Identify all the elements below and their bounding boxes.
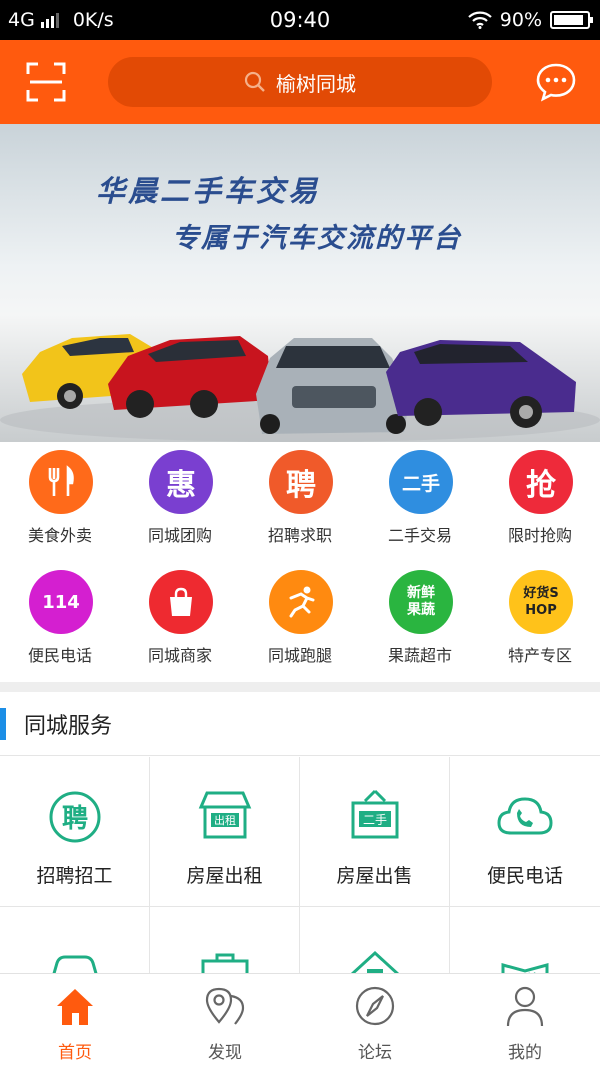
category-jobs[interactable]: 聘 招聘求职 (240, 442, 360, 562)
tab-home[interactable]: 首页 (0, 974, 150, 1067)
home-icon (57, 989, 93, 1025)
house-icon (350, 950, 400, 973)
discover-map-icon (205, 987, 245, 1025)
house-rent-icon: 出租 (198, 791, 252, 839)
runner-icon (269, 570, 333, 634)
service-label: 房屋出售 (336, 865, 413, 887)
battery-icon (550, 11, 593, 29)
category-phone[interactable]: 114 便民电话 (0, 562, 120, 682)
service-label: 招聘招工 (36, 865, 113, 887)
battery-percent: 90% (499, 9, 542, 31)
encyclopedia-icon: 百科 (501, 963, 549, 973)
category-group-buy[interactable]: 惠 同城团购 (120, 442, 240, 562)
briefcase-icon (201, 953, 249, 973)
secondhand-icon: 二手 (389, 450, 453, 514)
phone-114-icon: 114 (29, 570, 93, 634)
services-header: 同城服务 (0, 692, 600, 756)
svg-text:出租: 出租 (214, 813, 236, 827)
category-label: 同城商家 (147, 646, 212, 665)
hui-icon: 惠 (149, 450, 213, 514)
search-bar[interactable]: 榆树同城 (108, 57, 492, 107)
category-label: 限时抢购 (507, 526, 572, 545)
promo-banner[interactable]: 华晨二手车交易 专属于汽车交流的平台 (0, 124, 600, 442)
goods-shop-icon: 好货SHOP (509, 570, 573, 634)
category-errand[interactable]: 同城跑腿 (240, 562, 360, 682)
user-icon (506, 986, 544, 1027)
service-car[interactable] (0, 907, 150, 973)
cars-illustration (0, 334, 600, 442)
service-label: 房屋出租 (186, 865, 263, 887)
category-label: 美食外卖 (27, 526, 92, 545)
tab-discover[interactable]: 发现 (150, 974, 300, 1067)
status-bar: 4G 0K/s 09:40 90% (0, 0, 600, 40)
service-encyclopedia[interactable]: 百科 (450, 907, 600, 973)
shopping-bag-icon (149, 570, 213, 634)
fresh-fruit-icon: 新鲜果蔬 (389, 570, 453, 634)
service-house[interactable] (300, 907, 450, 973)
category-secondhand[interactable]: 二手 二手交易 (360, 442, 480, 562)
services-grid: 聘 招聘招工 出租 房屋出租 二手 房屋出售 便民电话 (0, 757, 600, 973)
category-label: 果蔬超市 (387, 646, 452, 665)
top-header: 榆树同城 (0, 40, 600, 124)
compass-icon (355, 986, 395, 1026)
services-title: 同城服务 (24, 714, 113, 739)
service-house-sale[interactable]: 二手 房屋出售 (300, 757, 450, 907)
bottom-tab-bar: 首页 发现 论坛 我的 (0, 973, 600, 1067)
svg-text:聘: 聘 (62, 804, 88, 834)
category-label: 特产专区 (507, 646, 572, 665)
category-food-delivery[interactable]: 美食外卖 (0, 442, 120, 562)
tab-me[interactable]: 我的 (450, 974, 600, 1067)
recruit-icon: 聘 (49, 791, 101, 843)
category-merchants[interactable]: 同城商家 (120, 562, 240, 682)
category-fruit-market[interactable]: 新鲜果蔬 果蔬超市 (360, 562, 480, 682)
search-icon (244, 71, 265, 92)
service-house-rent[interactable]: 出租 房屋出租 (150, 757, 300, 907)
chat-bubble-icon[interactable] (535, 62, 577, 102)
category-label: 便民电话 (27, 646, 92, 665)
category-flash-sale[interactable]: 抢 限时抢购 (480, 442, 600, 562)
scan-icon[interactable] (26, 62, 66, 102)
svg-text:二手: 二手 (363, 813, 387, 827)
category-specialty[interactable]: 好货SHOP 特产专区 (480, 562, 600, 682)
tab-label: 发现 (208, 1043, 242, 1063)
car-icon (52, 955, 98, 973)
service-phone[interactable]: 便民电话 (450, 757, 600, 907)
tab-label: 我的 (508, 1043, 542, 1063)
category-label: 同城跑腿 (267, 646, 332, 665)
pin-icon: 聘 (269, 450, 333, 514)
category-label: 招聘求职 (267, 526, 332, 545)
wifi-icon (468, 11, 492, 29)
service-label: 便民电话 (486, 865, 563, 887)
tab-forum[interactable]: 论坛 (300, 974, 450, 1067)
fork-knife-icon (29, 450, 93, 514)
service-job[interactable] (150, 907, 300, 973)
service-recruit[interactable]: 聘 招聘招工 (0, 757, 150, 907)
category-label: 同城团购 (147, 526, 212, 545)
tab-label: 论坛 (358, 1043, 392, 1063)
section-accent-bar (0, 708, 6, 740)
qiang-icon: 抢 (509, 450, 573, 514)
house-sale-icon: 二手 (351, 789, 399, 839)
phone-cloud-icon (497, 797, 553, 835)
search-placeholder: 榆树同城 (276, 71, 356, 96)
tab-label: 首页 (58, 1043, 92, 1063)
category-label: 二手交易 (387, 526, 452, 545)
category-grid: 美食外卖 惠 同城团购 聘 招聘求职 二手 二手交易 抢 限时抢购 114 便民… (0, 442, 600, 682)
section-divider (0, 682, 600, 692)
